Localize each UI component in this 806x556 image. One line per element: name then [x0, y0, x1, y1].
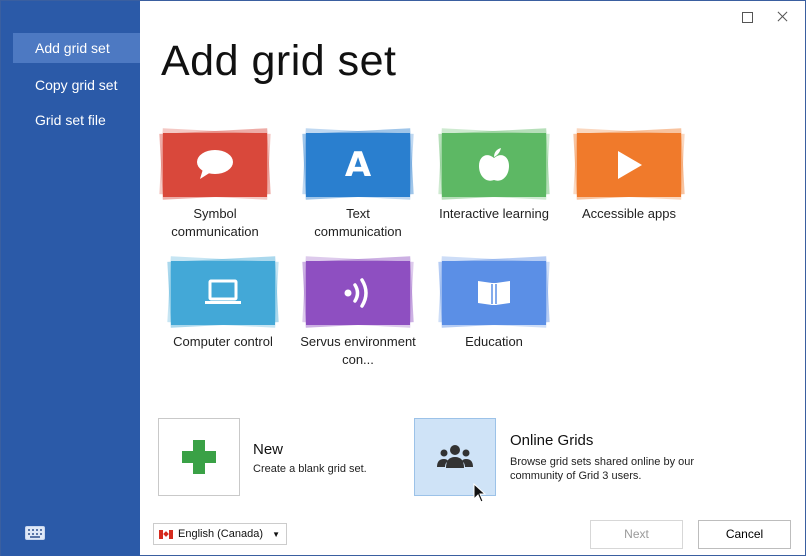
play-icon: [618, 151, 642, 179]
language-dropdown[interactable]: English (Canada) ▼: [153, 523, 287, 545]
sidebar-item-label: Grid set file: [35, 112, 106, 128]
new-option-title: New: [253, 441, 284, 458]
online-option-description: Browse grid sets shared online by our co…: [510, 456, 695, 482]
signal-icon: [344, 278, 368, 308]
sidebar-item-label: Add grid set: [35, 40, 110, 56]
cancel-button[interactable]: Cancel: [698, 520, 791, 549]
canada-flag-icon: [159, 530, 173, 539]
sidebar-item-add-grid-set[interactable]: Add grid set: [13, 33, 140, 63]
tile-label: Computer control: [173, 334, 273, 349]
tile-card: [167, 256, 279, 328]
tile-symbol-communication[interactable]: Symbol communication: [150, 128, 280, 241]
close-icon[interactable]: [775, 9, 791, 25]
tile-computer-control[interactable]: Computer control: [158, 256, 288, 351]
mouse-cursor-icon: [473, 483, 487, 503]
speech-bubble-icon: [197, 150, 233, 179]
page-title: Add grid set: [161, 37, 397, 85]
new-grid-set-button[interactable]: [158, 418, 240, 496]
tile-label: Text communication: [314, 206, 402, 239]
tile-text-communication[interactable]: A Text communication: [293, 128, 423, 241]
tile-education[interactable]: Education: [429, 256, 559, 351]
tile-servus-environment-control[interactable]: Servus environment con...: [293, 256, 423, 369]
sidebar-item-grid-set-file[interactable]: Grid set file: [13, 105, 140, 135]
tile-card: [159, 128, 271, 200]
sidebar-item-copy-grid-set[interactable]: Copy grid set: [13, 70, 140, 100]
chevron-down-icon: ▼: [272, 530, 280, 539]
maximize-icon[interactable]: [739, 9, 755, 25]
plus-icon: [182, 440, 216, 474]
tile-accessible-apps[interactable]: Accessible apps: [564, 128, 694, 223]
users-group-icon: [437, 445, 473, 468]
tile-interactive-learning[interactable]: Interactive learning: [429, 128, 559, 223]
sidebar-item-label: Copy grid set: [35, 77, 118, 93]
apple-icon: [479, 148, 509, 181]
tile-label: Symbol communication: [171, 206, 259, 239]
tile-card: [438, 128, 550, 200]
laptop-icon: [205, 279, 241, 304]
online-option-title: Online Grids: [510, 432, 594, 449]
tile-card: A: [302, 128, 414, 200]
tile-label: Education: [465, 334, 523, 349]
letter-a-icon: A: [344, 145, 372, 185]
book-icon: [478, 281, 510, 305]
tile-label: Accessible apps: [582, 206, 676, 221]
tile-label: Interactive learning: [439, 206, 549, 221]
next-button[interactable]: Next: [590, 520, 683, 549]
sidebar: Add grid set Copy grid set Grid set file: [1, 1, 140, 556]
keyboard-icon[interactable]: [25, 526, 45, 540]
tile-card: [438, 256, 550, 328]
tile-card: [302, 256, 414, 328]
tile-label: Servus environment con...: [300, 334, 416, 367]
language-label: English (Canada): [178, 528, 263, 540]
tile-card: [573, 128, 685, 200]
add-grid-set-window: Add grid set Copy grid set Grid set file…: [0, 0, 806, 556]
